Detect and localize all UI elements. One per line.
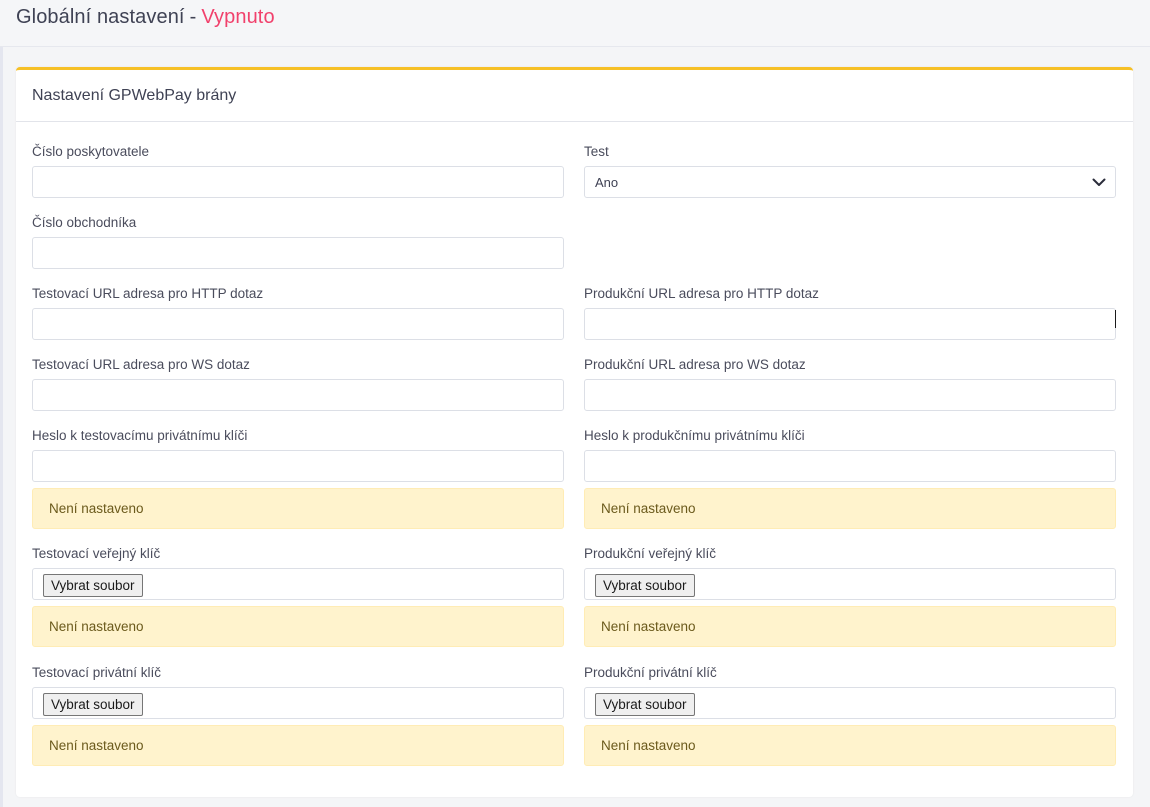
- page-title-separator: -: [189, 6, 197, 28]
- test-public-key-label: Testovací veřejný klíč: [32, 546, 161, 561]
- page-header: Globální nastavení - Vypnuto: [0, 0, 1150, 47]
- prod-public-key-choose-file-button[interactable]: Vybrat soubor: [595, 574, 695, 597]
- provider-number-input[interactable]: [32, 166, 564, 198]
- merchant-number-input[interactable]: [32, 237, 564, 269]
- prod-private-key-password-input[interactable]: [584, 450, 1116, 482]
- prod-public-key-label: Produkční veřejný klíč: [584, 546, 717, 561]
- sidebar-edge: [0, 0, 3, 807]
- prod-private-key-choose-file-button[interactable]: Vybrat soubor: [595, 693, 695, 716]
- page-title: Globální nastavení - Vypnuto: [16, 6, 275, 29]
- test-private-key-password-input[interactable]: [32, 450, 564, 482]
- test-ws-url-label: Testovací URL adresa pro WS dotaz: [32, 357, 250, 372]
- merchant-number-label: Číslo obchodníka: [32, 215, 137, 230]
- test-http-url-label: Testovací URL adresa pro HTTP dotaz: [32, 286, 264, 301]
- test-private-key-label: Testovací privátní klíč: [32, 665, 162, 680]
- test-private-key-password-notice: Není nastaveno: [32, 488, 564, 529]
- prod-private-key-label: Produkční privátní klíč: [584, 665, 717, 680]
- notice-text: Není nastaveno: [49, 619, 144, 634]
- test-mode-select[interactable]: Ano: [584, 166, 1116, 198]
- test-private-key-file-input[interactable]: Vybrat soubor: [32, 687, 564, 719]
- notice-text: Není nastaveno: [49, 738, 144, 753]
- prod-public-key-file-input[interactable]: Vybrat soubor: [584, 568, 1116, 600]
- test-private-key-password-label: Heslo k testovacímu privátnímu klíči: [32, 428, 248, 443]
- provider-number-label: Číslo poskytovatele: [32, 144, 150, 159]
- gpwebpay-settings-card: Nastavení GPWebPay brány Číslo poskytova…: [16, 67, 1133, 797]
- prod-http-url-input[interactable]: [584, 308, 1116, 340]
- prod-private-key-file-input[interactable]: Vybrat soubor: [584, 687, 1116, 719]
- prod-private-key-password-label: Heslo k produkčnímu privátnímu klíči: [584, 428, 805, 443]
- test-public-key-choose-file-button[interactable]: Vybrat soubor: [43, 574, 143, 597]
- prod-ws-url-input[interactable]: [584, 379, 1116, 411]
- prod-private-key-password-notice: Není nastaveno: [584, 488, 1116, 529]
- notice-text: Není nastaveno: [49, 501, 144, 516]
- test-mode-selected-value: Ano: [595, 175, 619, 190]
- prod-private-key-notice: Není nastaveno: [584, 725, 1116, 766]
- notice-text: Není nastaveno: [601, 738, 696, 753]
- test-public-key-notice: Není nastaveno: [32, 606, 564, 647]
- chevron-down-icon: [1092, 178, 1106, 186]
- prod-public-key-notice: Není nastaveno: [584, 606, 1116, 647]
- notice-text: Není nastaveno: [601, 619, 696, 634]
- test-mode-label: Test: [584, 144, 609, 159]
- card-title: Nastavení GPWebPay brány: [32, 87, 237, 104]
- test-ws-url-input[interactable]: [32, 379, 564, 411]
- status-label: Vypnuto: [201, 6, 275, 28]
- test-public-key-file-input[interactable]: Vybrat soubor: [32, 568, 564, 600]
- text-cursor: [1115, 310, 1116, 328]
- test-private-key-choose-file-button[interactable]: Vybrat soubor: [43, 693, 143, 716]
- prod-ws-url-label: Produkční URL adresa pro WS dotaz: [584, 357, 806, 372]
- card-header: Nastavení GPWebPay brány: [16, 70, 1133, 122]
- page-title-text: Globální nastavení: [16, 6, 185, 28]
- notice-text: Není nastaveno: [601, 501, 696, 516]
- prod-http-url-label: Produkční URL adresa pro HTTP dotaz: [584, 286, 819, 301]
- test-private-key-notice: Není nastaveno: [32, 725, 564, 766]
- test-http-url-input[interactable]: [32, 308, 564, 340]
